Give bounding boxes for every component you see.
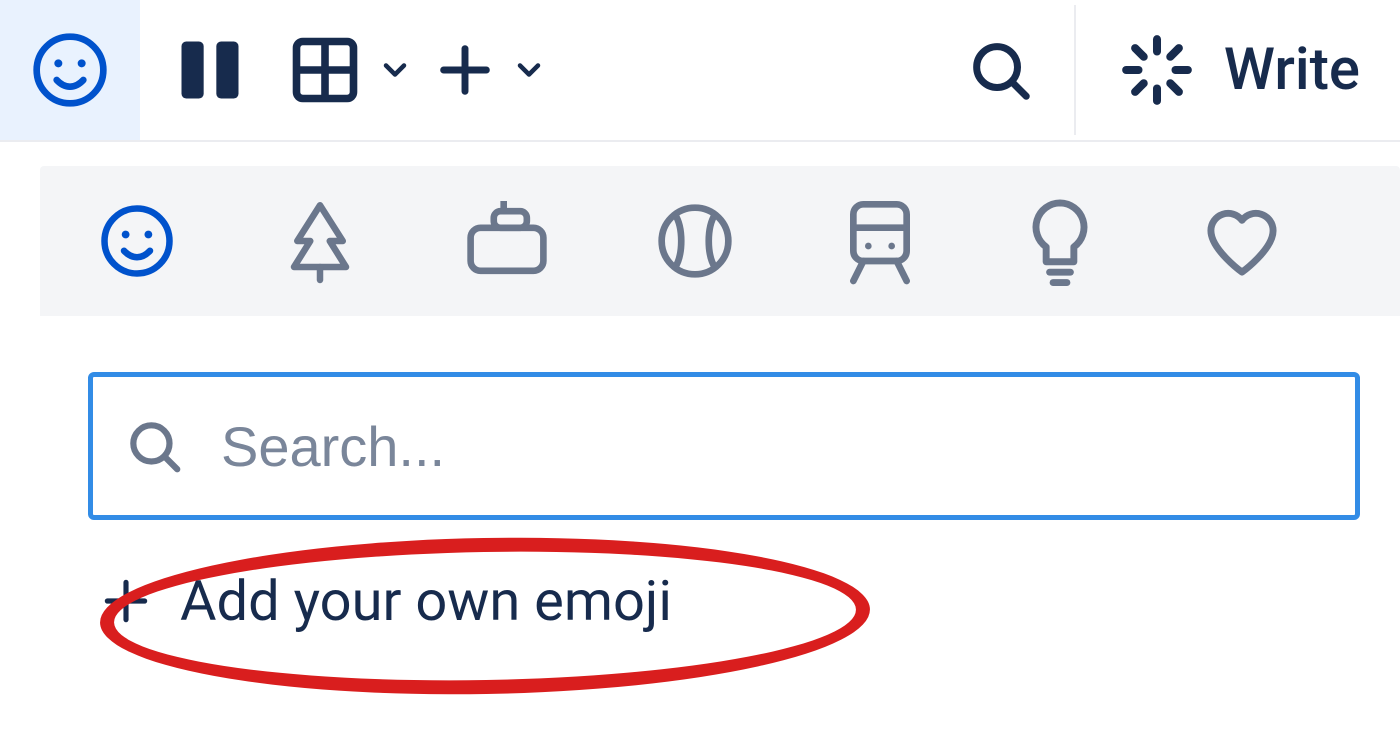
editor-toolbar: Write: [0, 0, 1400, 142]
emoji-search-box[interactable]: [88, 372, 1360, 520]
emoji-tab-travel[interactable]: [840, 196, 920, 286]
write-label: Write: [1224, 36, 1360, 104]
ball-icon: [655, 201, 735, 281]
insert-button[interactable]: [420, 0, 560, 140]
heart-icon: [1200, 203, 1284, 279]
find-button[interactable]: [930, 0, 1070, 140]
add-own-emoji-button[interactable]: Add your own emoji: [40, 568, 1400, 634]
emoji-tab-flags[interactable]: [1389, 196, 1400, 286]
emoji-tab-activity[interactable]: [655, 196, 735, 286]
search-icon: [965, 35, 1035, 105]
camera-icon: [464, 201, 550, 281]
plus-icon: [98, 573, 154, 629]
emoji-tab-objects[interactable]: [1025, 196, 1095, 286]
emoji-picker: Add your own emoji: [0, 142, 1400, 634]
emoji-category-tabs: [40, 166, 1400, 316]
emoji-button[interactable]: [0, 0, 140, 140]
flag-icon: [1389, 199, 1400, 283]
emoji-tab-food[interactable]: [464, 196, 550, 286]
chevron-down-icon: [377, 52, 413, 88]
smiley-icon: [98, 202, 176, 280]
search-icon: [123, 415, 185, 477]
emoji-search-input[interactable]: [219, 413, 1325, 480]
tree-icon: [281, 197, 359, 285]
toolbar-divider: [1074, 5, 1076, 135]
emoji-tab-frequent[interactable]: [98, 196, 176, 286]
add-own-emoji-label: Add your own emoji: [180, 568, 672, 634]
chevron-down-icon: [511, 52, 547, 88]
write-button[interactable]: Write: [1080, 33, 1382, 107]
smiley-icon: [30, 30, 110, 110]
table-icon: [287, 32, 363, 108]
spinner-icon: [1120, 33, 1194, 107]
table-button[interactable]: [280, 0, 420, 140]
emoji-search-row: [40, 316, 1400, 520]
train-icon: [840, 197, 920, 285]
lightbulb-icon: [1025, 196, 1095, 286]
layouts-button[interactable]: [140, 0, 280, 140]
emoji-tab-symbols[interactable]: [1200, 196, 1284, 286]
columns-icon: [172, 32, 248, 108]
plus-icon: [433, 38, 497, 102]
emoji-tab-nature[interactable]: [281, 196, 359, 286]
